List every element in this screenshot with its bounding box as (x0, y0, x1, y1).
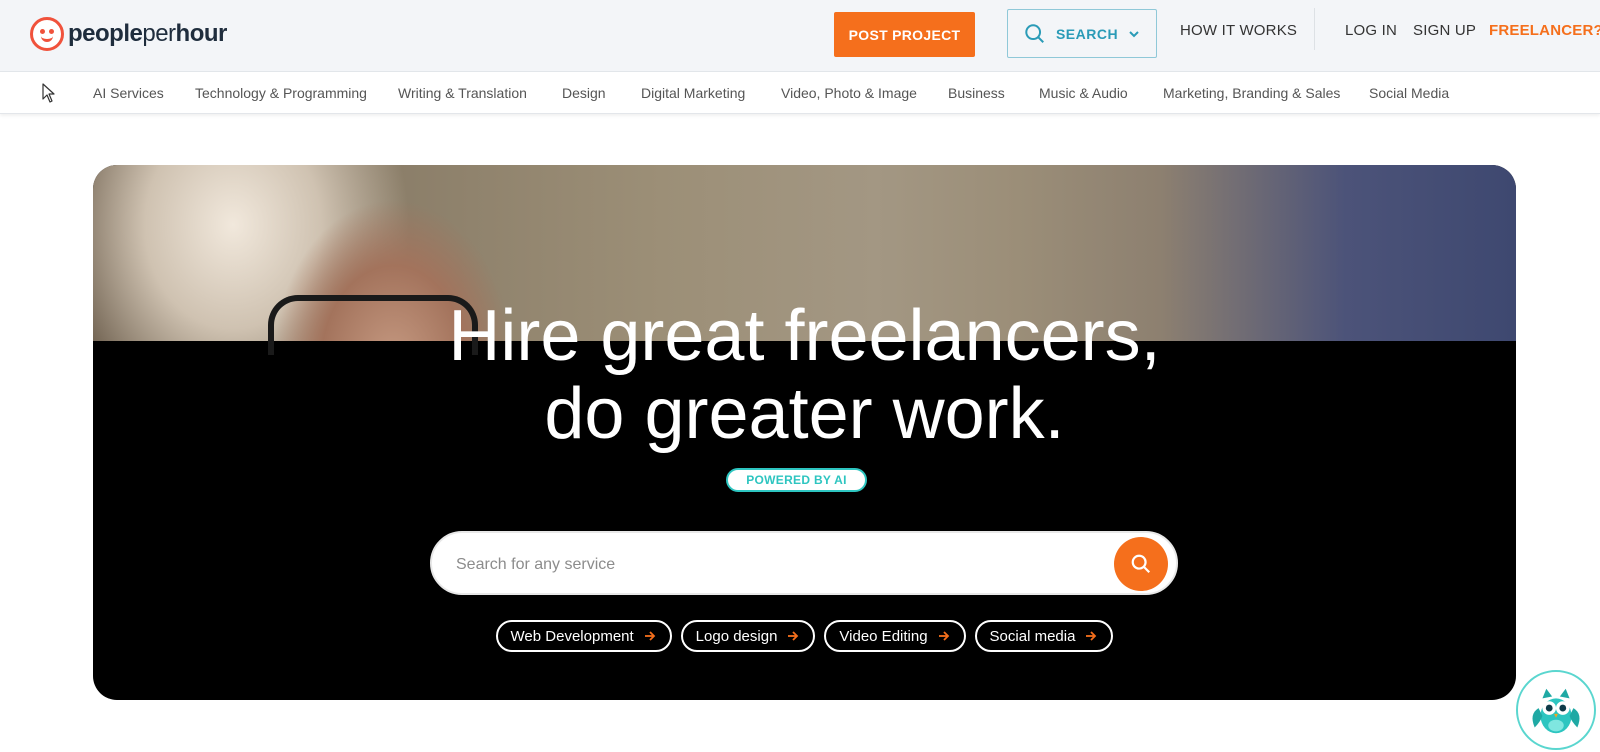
brand-logo[interactable]: peopleperhour (30, 16, 227, 52)
arrow-right-icon (1085, 630, 1097, 642)
search-icon (1131, 554, 1151, 574)
brand-wordmark: peopleperhour (68, 20, 227, 48)
search-icon (1025, 23, 1044, 43)
category-digital-marketing[interactable]: Digital Marketing (641, 85, 745, 101)
chip-label: Web Development (510, 627, 634, 645)
service-search-button[interactable] (1114, 537, 1168, 591)
chip-label: Logo design (695, 627, 778, 645)
category-ai-services[interactable]: AI Services (93, 85, 164, 101)
category-marketing-branding-sales[interactable]: Marketing, Branding & Sales (1163, 85, 1340, 101)
chip-label: Social media (989, 627, 1076, 645)
category-business[interactable]: Business (948, 85, 1005, 101)
smiley-face-icon (30, 17, 64, 51)
category-music-audio[interactable]: Music & Audio (1039, 85, 1128, 101)
hero-banner: Hire great freelancers, do greater work.… (93, 165, 1516, 700)
arrow-right-icon (938, 630, 950, 642)
arrow-right-icon (787, 630, 799, 642)
chip-web-development[interactable]: Web Development (495, 620, 672, 652)
post-project-button[interactable]: POST PROJECT (834, 12, 975, 57)
signup-link[interactable]: SIGN UP (1413, 22, 1476, 39)
chevron-down-icon (1129, 30, 1139, 37)
category-video-photo-image[interactable]: Video, Photo & Image (781, 85, 917, 101)
mouse-cursor-icon (42, 83, 55, 103)
category-design[interactable]: Design (562, 85, 606, 101)
hero-title-line1: Hire great freelancers, (448, 296, 1161, 376)
brand-word-per: per (142, 20, 176, 47)
brand-word-people: people (68, 20, 143, 47)
search-button-label: SEARCH (1055, 25, 1119, 42)
freelancer-link[interactable]: FREELANCER? (1489, 22, 1600, 39)
chip-video-editing[interactable]: Video Editing (824, 620, 966, 652)
category-social-media[interactable]: Social Media (1369, 85, 1449, 101)
hero-title-line2: do greater work. (544, 374, 1065, 454)
hero-title: Hire great freelancers, do greater work. (93, 297, 1516, 453)
category-nav: AI Services Technology & Programming Wri… (0, 72, 1600, 114)
service-search-bar (430, 531, 1178, 595)
brand-word-hour: hour (175, 20, 228, 47)
category-technology-programming[interactable]: Technology & Programming (195, 85, 367, 101)
popular-searches: Web Development Logo design Video Editin… (93, 620, 1516, 652)
arrow-right-icon (644, 630, 656, 642)
chip-social-media[interactable]: Social media (974, 620, 1114, 652)
service-search-input[interactable] (456, 551, 1096, 579)
login-link[interactable]: LOG IN (1345, 22, 1397, 39)
top-header: peopleperhour POST PROJECT SEARCH HOW IT… (0, 0, 1600, 72)
powered-by-ai-badge: POWERED BY AI (726, 468, 867, 492)
search-dropdown-button[interactable]: SEARCH (1007, 9, 1157, 58)
chip-logo-design[interactable]: Logo design (680, 620, 816, 652)
how-it-works-link[interactable]: HOW IT WORKS (1180, 22, 1297, 39)
owl-bot-icon (1532, 688, 1580, 734)
header-divider (1314, 8, 1315, 50)
chatbot-launcher[interactable] (1516, 670, 1596, 750)
category-writing-translation[interactable]: Writing & Translation (398, 85, 527, 101)
chip-label: Video Editing (839, 627, 928, 645)
